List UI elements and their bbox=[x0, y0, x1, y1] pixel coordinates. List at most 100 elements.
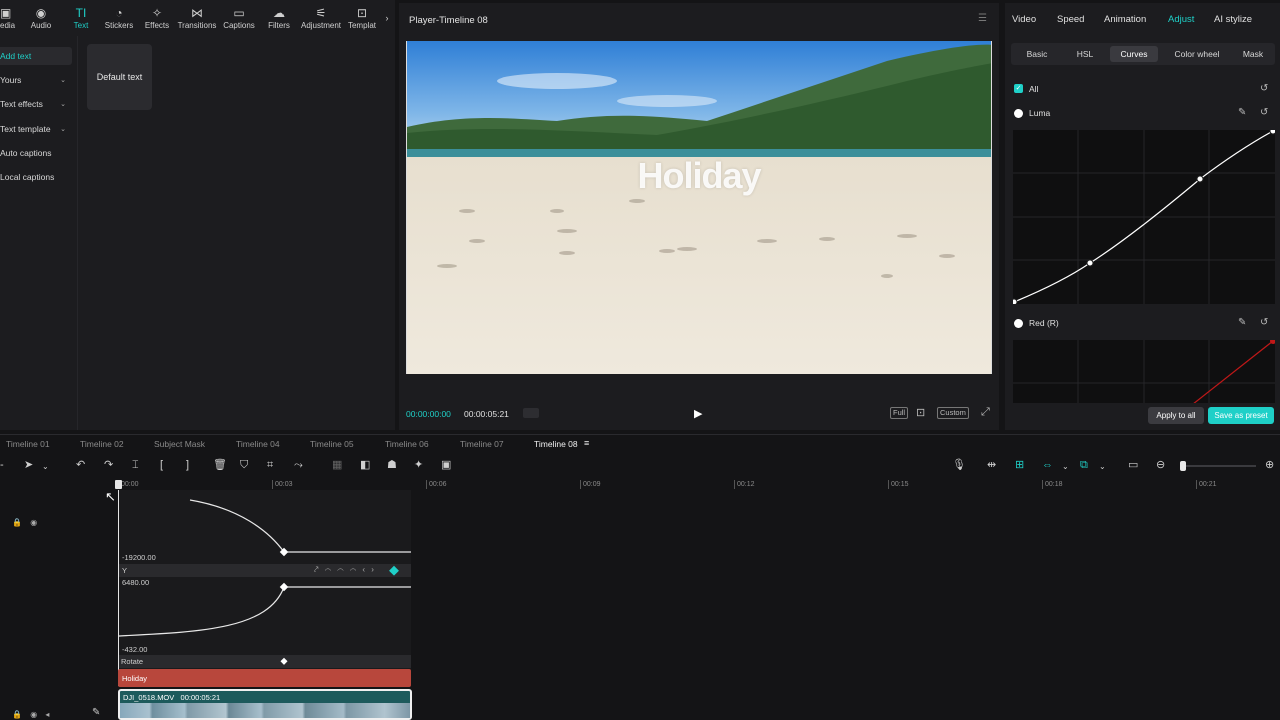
crop-icon[interactable]: ⌗ bbox=[267, 459, 273, 471]
toolbar-media[interactable]: ▣ edia bbox=[0, 0, 20, 36]
nav-text-effects[interactable]: Text effects ⌄ bbox=[0, 95, 72, 113]
microphone-icon[interactable]: 🎙 bbox=[952, 459, 966, 471]
chevron-down-icon[interactable]: ⌄ bbox=[1062, 461, 1069, 473]
eyedropper-icon[interactable]: ✎ bbox=[1238, 107, 1246, 118]
full-button[interactable]: Full bbox=[890, 407, 909, 419]
timecode-toggle[interactable] bbox=[523, 408, 539, 418]
toolbar-filters[interactable]: ☁ Filters bbox=[260, 0, 298, 36]
nav-add-text[interactable]: Add text bbox=[0, 47, 72, 65]
red-radio[interactable] bbox=[1014, 319, 1023, 328]
curve-speed-icon[interactable]: ⤳ bbox=[294, 459, 303, 471]
toolbar-text[interactable]: TI Text bbox=[62, 0, 100, 36]
apply-to-all-button[interactable]: Apply to all bbox=[1148, 407, 1204, 424]
toolbar-scroll-right[interactable]: › bbox=[380, 0, 394, 36]
select-tool-icon[interactable]: ➤ bbox=[24, 459, 33, 471]
tab-video[interactable]: Video bbox=[1012, 14, 1036, 25]
zoom-slider-handle[interactable] bbox=[1180, 461, 1186, 471]
main-track-magnet-icon[interactable]: ⊞ bbox=[1015, 459, 1024, 471]
reset-icon[interactable]: ↺ bbox=[1260, 83, 1268, 94]
nav-local-captions[interactable]: Local captions bbox=[0, 168, 72, 186]
keyframe-graph-area[interactable]: -19200.00 Y ⤤ ⌒ ⌒ ⌒ ‹ › 6480.00 -432.00 … bbox=[115, 480, 411, 686]
tab-timeline-04[interactable]: Timeline 04 bbox=[236, 439, 280, 449]
tab-animation[interactable]: Animation bbox=[1104, 14, 1146, 25]
nav-yours[interactable]: Yours ⌄ bbox=[0, 71, 72, 89]
subtab-color-wheel[interactable]: Color wheel bbox=[1165, 46, 1229, 62]
chevron-down-icon[interactable]: ⌄ bbox=[1099, 461, 1106, 473]
nav-text-template[interactable]: Text template ⌄ bbox=[0, 120, 72, 138]
tab-timeline-08[interactable]: Timeline 08 bbox=[534, 439, 578, 449]
red-curve-graph[interactable] bbox=[1013, 340, 1275, 403]
video-clip[interactable]: DJI_0518.MOV 00:00:05:21 bbox=[118, 689, 412, 720]
reset-icon[interactable]: ↺ bbox=[1260, 317, 1268, 328]
redo-icon[interactable]: ↷ bbox=[104, 459, 113, 471]
tab-timeline-06[interactable]: Timeline 06 bbox=[385, 439, 429, 449]
all-checkbox[interactable]: ✓ bbox=[1014, 84, 1023, 93]
marker-icon[interactable]: ⛉ bbox=[240, 459, 248, 471]
subtitle-icon[interactable]: ▣ bbox=[441, 459, 451, 471]
tab-adjust[interactable]: Adjust bbox=[1168, 14, 1194, 25]
collapse-icon[interactable]: - bbox=[0, 459, 4, 471]
toolbar-templates[interactable]: ⊡ Templat bbox=[344, 0, 380, 36]
edit-cover-icon[interactable]: ✎ bbox=[92, 707, 100, 718]
tab-timeline-02[interactable]: Timeline 02 bbox=[80, 439, 124, 449]
video-preview[interactable]: Holiday bbox=[406, 41, 992, 374]
tab-subject-mask[interactable]: Subject Mask bbox=[154, 439, 205, 449]
link-icon[interactable]: ⇹ bbox=[987, 459, 996, 471]
eye-icon[interactable]: ◉ bbox=[30, 710, 37, 719]
nav-auto-captions[interactable]: Auto captions bbox=[0, 144, 72, 162]
zoom-slider[interactable] bbox=[1182, 465, 1256, 467]
subtab-curves[interactable]: Curves bbox=[1110, 46, 1158, 62]
subtab-hsl[interactable]: HSL bbox=[1063, 46, 1107, 62]
playhead-handle[interactable] bbox=[115, 480, 122, 489]
eye-icon[interactable]: ◉ bbox=[30, 518, 37, 527]
zoom-out-icon[interactable]: ⊖ bbox=[1156, 459, 1165, 471]
chevron-down-icon[interactable]: ⌄ bbox=[42, 461, 49, 473]
toolbar-captions[interactable]: ▭ Captions bbox=[218, 0, 260, 36]
lock-icon[interactable]: 🔒 bbox=[12, 710, 22, 719]
freeze-icon[interactable]: ▦ bbox=[332, 459, 342, 471]
playhead[interactable] bbox=[118, 490, 119, 686]
magic-icon[interactable]: ✦ bbox=[414, 459, 423, 471]
timeline-ruler[interactable]: 00:00 00:03 00:06 00:09 00:12 00:15 00:1… bbox=[118, 480, 1280, 490]
subtab-mask[interactable]: Mask bbox=[1233, 46, 1273, 62]
fullscreen-icon[interactable]: ⤢ bbox=[981, 406, 990, 419]
trim-left-icon[interactable]: [ bbox=[160, 459, 163, 471]
mirror-icon[interactable]: ◧ bbox=[360, 459, 370, 471]
toolbar-effects[interactable]: ✧ Effects bbox=[138, 0, 176, 36]
auto-snap-icon[interactable]: ⇔ bbox=[1042, 459, 1053, 471]
custom-button[interactable]: Custom bbox=[937, 407, 969, 419]
audio-icon[interactable]: ◂ bbox=[45, 710, 49, 719]
toolbar-stickers[interactable]: ◔ Stickers bbox=[100, 0, 138, 36]
zoom-in-icon[interactable]: ⊕ bbox=[1265, 459, 1274, 471]
preview-axis-icon[interactable]: ▭ bbox=[1128, 459, 1138, 471]
lock-icon[interactable]: 🔒 bbox=[12, 518, 22, 527]
luma-curve-graph[interactable] bbox=[1010, 127, 1277, 306]
tab-timeline-01[interactable]: Timeline 01 bbox=[6, 439, 50, 449]
menu-icon[interactable]: ☰ bbox=[978, 13, 987, 24]
easing-presets[interactable]: ⤤ ⌒ ⌒ ⌒ ‹ › bbox=[314, 565, 376, 575]
reset-icon[interactable]: ↺ bbox=[1260, 107, 1268, 118]
undo-icon[interactable]: ↶ bbox=[76, 459, 85, 471]
trim-right-icon[interactable]: ] bbox=[186, 459, 189, 471]
tab-timeline-07[interactable]: Timeline 07 bbox=[460, 439, 504, 449]
toolbar-transitions[interactable]: ⋈ Transitions bbox=[176, 0, 218, 36]
split-icon[interactable]: ⌶ bbox=[132, 459, 139, 471]
toolbar-audio[interactable]: ◉ Audio bbox=[20, 0, 62, 36]
tab-timeline-05[interactable]: Timeline 05 bbox=[310, 439, 354, 449]
eyedropper-icon[interactable]: ✎ bbox=[1238, 317, 1246, 328]
delete-icon[interactable]: 🗑 bbox=[213, 459, 227, 471]
play-icon[interactable]: ▶ bbox=[694, 407, 702, 420]
subtab-basic[interactable]: Basic bbox=[1015, 46, 1059, 62]
tab-ai-stylize[interactable]: AI stylize bbox=[1214, 14, 1252, 25]
save-as-preset-button[interactable]: Save as preset bbox=[1208, 407, 1274, 424]
overlay-text[interactable]: Holiday bbox=[407, 155, 991, 197]
luma-radio[interactable] bbox=[1014, 109, 1023, 118]
default-text-card[interactable]: Default text bbox=[87, 44, 152, 110]
cutout-icon[interactable]: ☗ bbox=[387, 459, 397, 471]
toolbar-adjustment[interactable]: ⚟ Adjustment bbox=[298, 0, 344, 36]
text-clip[interactable]: Holiday bbox=[118, 669, 411, 687]
tab-speed[interactable]: Speed bbox=[1057, 14, 1084, 25]
linkage-icon[interactable]: ⧉ bbox=[1080, 459, 1088, 471]
tab-menu-icon[interactable]: ≡ bbox=[584, 438, 589, 448]
zoom-fit-icon[interactable]: ⊡ bbox=[916, 406, 925, 419]
